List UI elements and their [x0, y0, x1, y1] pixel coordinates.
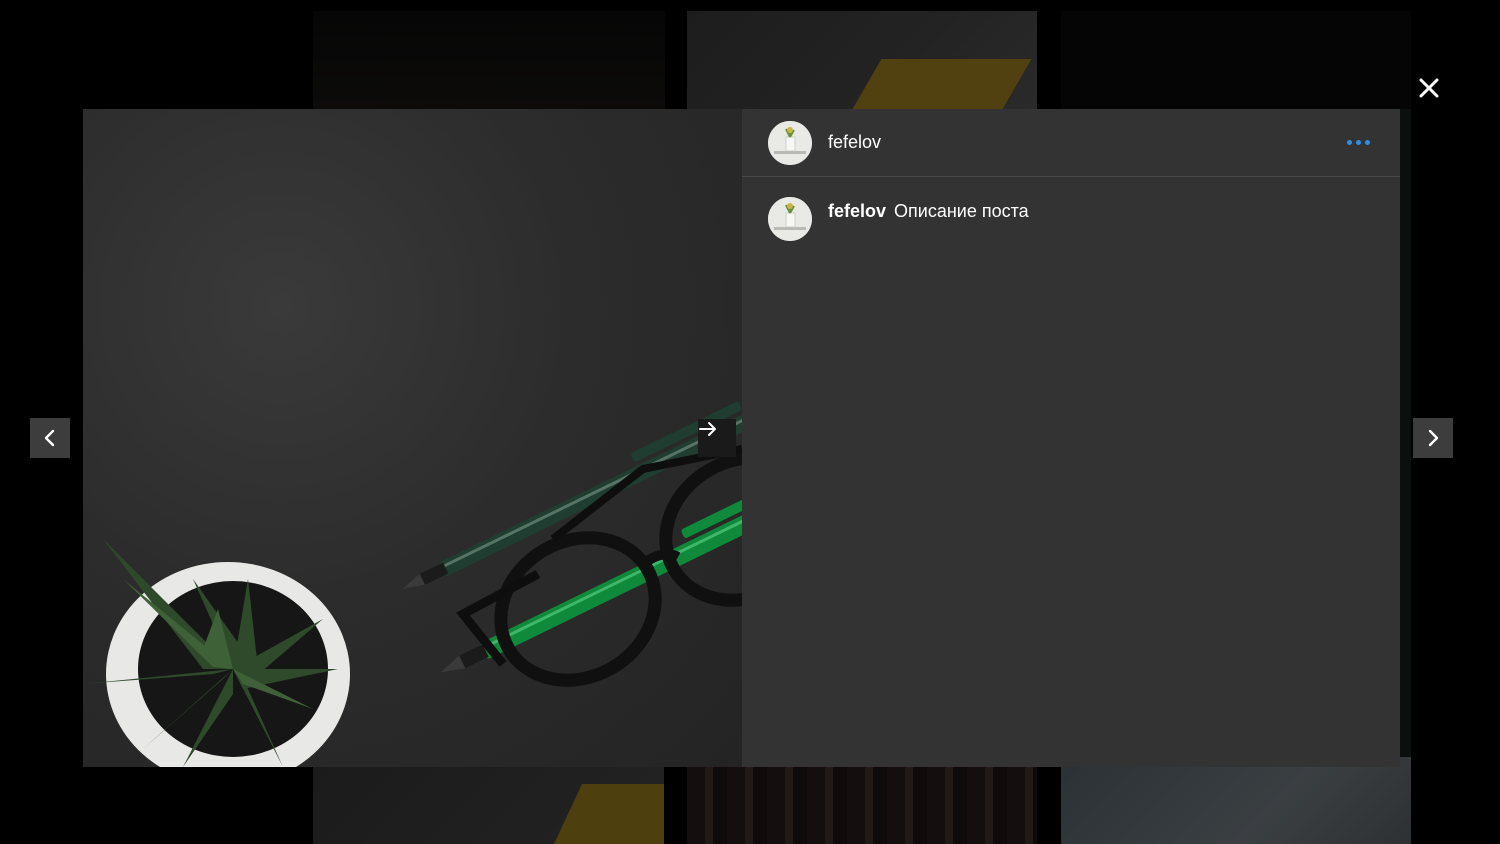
post-header: fefelov [742, 109, 1400, 177]
chevron-right-icon [1428, 429, 1439, 447]
previous-post-button[interactable] [30, 418, 70, 458]
post-photo [83, 401, 742, 767]
post-sidebar: fefelov fefelov Описание поста [742, 109, 1400, 767]
caption-text: Описание поста [894, 201, 1029, 221]
chevron-left-icon [44, 429, 55, 447]
next-post-button[interactable] [1413, 418, 1453, 458]
post-caption: fefelov Описание поста [742, 177, 1400, 261]
gallery-thumbnail [687, 11, 1037, 109]
caption-author-username[interactable]: fefelov [828, 201, 886, 221]
avatar-image [768, 120, 812, 165]
post-image [83, 109, 742, 767]
avatar[interactable] [768, 197, 812, 241]
gallery-thumbnail [1061, 757, 1411, 844]
caption-text-block: fefelov Описание поста [828, 201, 1029, 222]
close-button[interactable] [1414, 73, 1444, 103]
gallery-thumbnail [687, 767, 1037, 844]
image-next-button[interactable] [698, 419, 736, 457]
gallery-thumbnail [313, 767, 664, 844]
avatar-image [768, 197, 812, 241]
more-options-button[interactable] [1343, 132, 1374, 153]
post-author-username[interactable]: fefelov [828, 132, 881, 153]
gallery-thumbnail [313, 11, 665, 109]
gallery-thumbnail [1061, 11, 1411, 109]
close-icon [1419, 78, 1439, 98]
more-horizontal-icon [1347, 140, 1352, 145]
avatar[interactable] [768, 120, 812, 165]
post-modal: fefelov fefelov Описание поста [83, 109, 1400, 767]
arrow-right-icon [699, 422, 716, 436]
